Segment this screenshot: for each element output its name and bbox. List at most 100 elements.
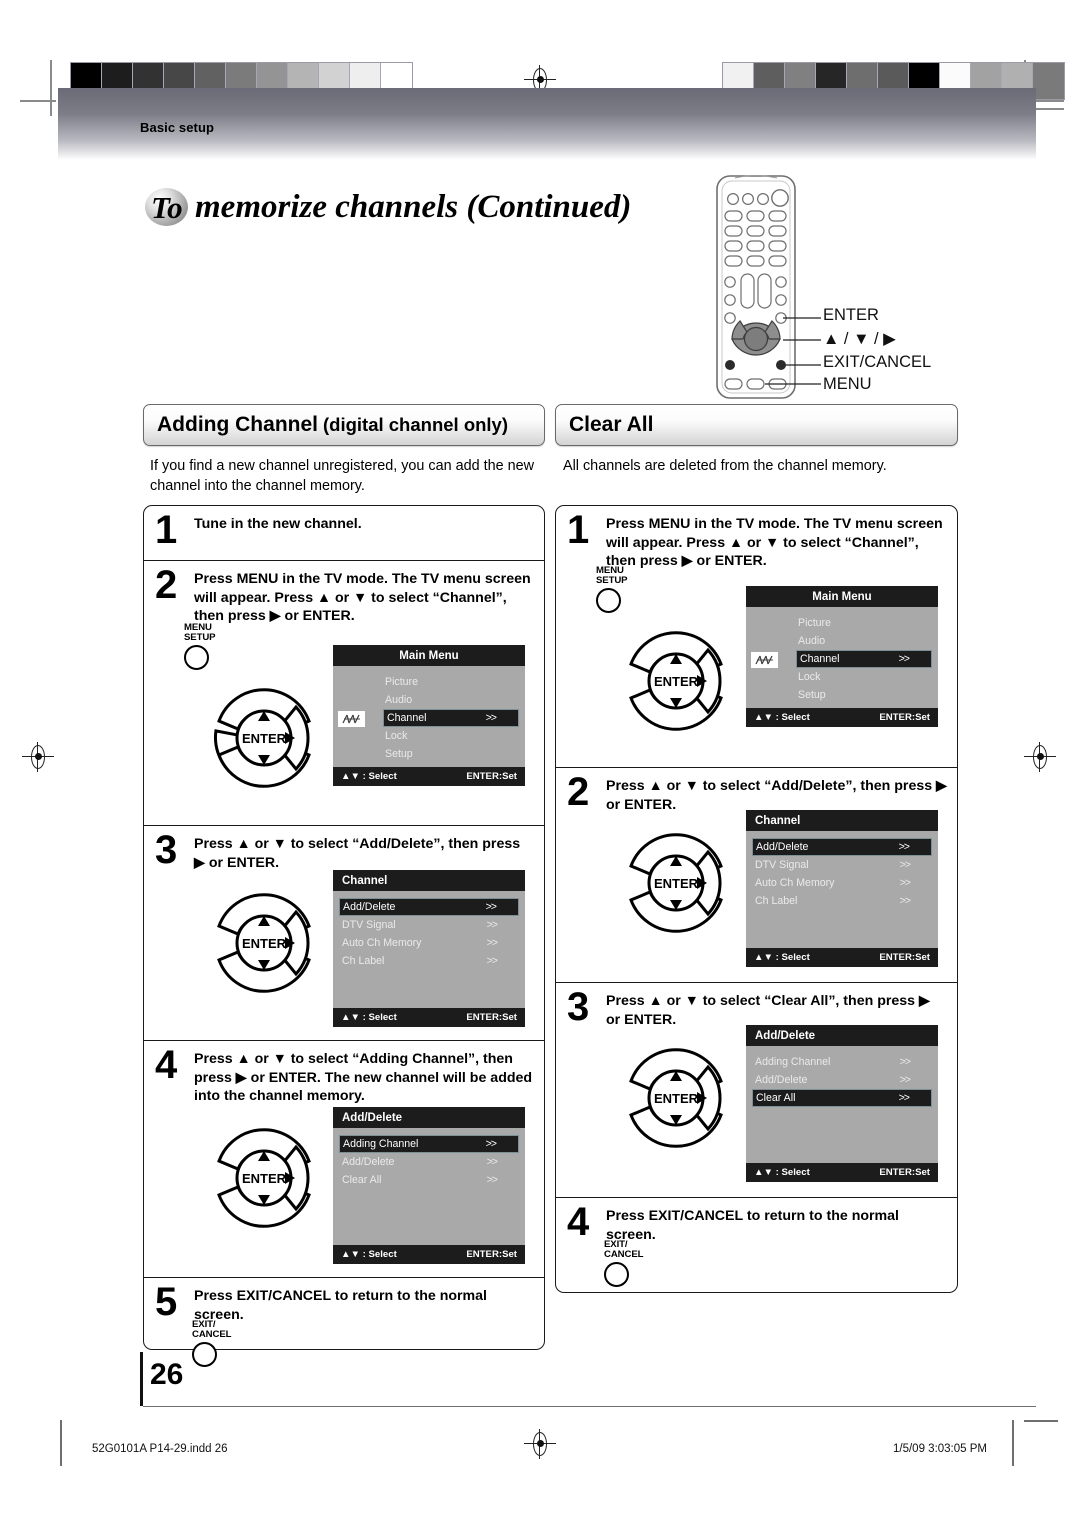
osd-row[interactable]: Ch Label >> bbox=[333, 952, 525, 970]
osd-row[interactable]: Add/Delete >> bbox=[746, 1071, 938, 1089]
osd-row[interactable]: Auto Ch Memory >> bbox=[333, 934, 525, 952]
menu-setup-button-circle[interactable] bbox=[596, 587, 621, 613]
osd-row[interactable]: DTV Signal >> bbox=[333, 916, 525, 934]
step-text: Press ▲ or ▼ to select “Add/Delete”, the… bbox=[194, 836, 521, 871]
menu-setup-button-glyph[interactable]: MENU SETUP bbox=[184, 623, 216, 670]
step-number: 2 bbox=[567, 770, 590, 814]
osd-rows: Adding Channel >> Add/Delete >> Clear Al… bbox=[333, 1128, 525, 1241]
osd-row-selected[interactable]: Add/Delete >> bbox=[752, 838, 932, 856]
step-text: Tune in the new channel. bbox=[194, 516, 362, 532]
osd-rows: Picture Audio Channel >> Lock Setup bbox=[746, 607, 938, 704]
exit-cancel-button-circle[interactable] bbox=[192, 1341, 217, 1367]
osd-row-label: Add/Delete bbox=[756, 841, 809, 853]
remote-label-exit-cancel: EXIT/CANCEL bbox=[823, 353, 932, 371]
svg-text:ENTER: ENTER bbox=[242, 936, 287, 951]
osd-title: Channel bbox=[746, 810, 938, 831]
osd-row-label: Adding Channel bbox=[343, 1138, 419, 1150]
osd-row[interactable]: Lock bbox=[746, 668, 938, 686]
osd-foot-set: ENTER:Set bbox=[466, 1012, 517, 1023]
osd-row-label: Lock bbox=[385, 730, 408, 742]
dpad-diagram: ENTER bbox=[199, 679, 329, 802]
osd-row[interactable]: Picture bbox=[746, 614, 938, 632]
step-item: 4 Press ▲ or ▼ to select “Adding Channel… bbox=[144, 1041, 544, 1278]
osd-row[interactable]: Ch Label >> bbox=[746, 892, 938, 910]
title-badge-text: To bbox=[151, 190, 183, 225]
osd-row-arrow: >> bbox=[486, 937, 498, 949]
osd-foot-set: ENTER:Set bbox=[879, 1167, 930, 1178]
menu-setup-button-glyph[interactable]: MENU SETUP bbox=[596, 566, 628, 613]
step-text: Press EXIT/CANCEL to return to the norma… bbox=[606, 1208, 899, 1243]
step-item: 3 Press ▲ or ▼ to select “Add/Delete”, t… bbox=[144, 826, 544, 1041]
osd-row-arrow: >> bbox=[899, 1074, 911, 1086]
exit-cancel-button-circle[interactable] bbox=[604, 1261, 629, 1287]
osd-row[interactable]: Adding Channel >> bbox=[746, 1053, 938, 1071]
osd-foot-select: ▲▼ : Select bbox=[341, 1249, 397, 1260]
svg-text:ENTER: ENTER bbox=[242, 1171, 287, 1186]
osd-row[interactable]: Add/Delete >> bbox=[333, 1153, 525, 1171]
step-text: Press EXIT/CANCEL to return to the norma… bbox=[194, 1288, 487, 1323]
osd-row-label: Auto Ch Memory bbox=[755, 877, 835, 889]
tv-signal-icon bbox=[751, 652, 778, 668]
exit-cancel-button-glyph[interactable]: EXIT/ CANCEL bbox=[192, 1320, 231, 1367]
osd-row-label: Ch Label bbox=[342, 955, 385, 967]
osd-foot-set: ENTER:Set bbox=[466, 1249, 517, 1260]
section-heading-sub: (digital channel only) bbox=[323, 414, 509, 435]
footer-timestamp: 1/5/09 3:03:05 PM bbox=[893, 1443, 987, 1455]
osd-row-label: DTV Signal bbox=[755, 859, 809, 871]
remote-control-illustration: ENTER ▲ / ▼ / ▶ EXIT/CANCEL MENU bbox=[705, 172, 1045, 407]
osd-foot-set: ENTER:Set bbox=[879, 712, 930, 723]
osd-row[interactable]: Setup bbox=[333, 745, 525, 763]
menu-setup-button-circle[interactable] bbox=[184, 644, 209, 670]
step-number: 1 bbox=[567, 508, 590, 552]
tv-signal-icon bbox=[338, 711, 365, 727]
dpad-diagram: ENTER bbox=[199, 1119, 329, 1242]
page-number: 26 bbox=[150, 1358, 184, 1391]
osd-row-label: Add/Delete bbox=[755, 1074, 808, 1086]
exit-cancel-label-line2: CANCEL bbox=[604, 1248, 644, 1260]
osd-row-selected[interactable]: Channel >> bbox=[751, 650, 932, 668]
menu-setup-label-line2: SETUP bbox=[184, 631, 216, 643]
osd-row[interactable]: Clear All >> bbox=[333, 1171, 525, 1189]
step-item: 2 Press ▲ or ▼ to select “Add/Delete”, t… bbox=[556, 768, 957, 983]
section-heading-clear-all: Clear All bbox=[555, 404, 958, 446]
registration-target-bottom bbox=[524, 1429, 556, 1459]
page-number-rule bbox=[140, 1352, 143, 1406]
osd-row[interactable]: Picture bbox=[333, 673, 525, 691]
osd-row-arrow: >> bbox=[486, 1174, 498, 1186]
svg-text:ENTER: ENTER bbox=[654, 674, 699, 689]
section-kicker: Basic setup bbox=[140, 120, 215, 135]
osd-row[interactable]: DTV Signal >> bbox=[746, 856, 938, 874]
osd-title: Add/Delete bbox=[333, 1107, 525, 1128]
osd-footer: ▲▼ : Select ENTER:Set bbox=[746, 1163, 938, 1182]
page-header bbox=[0, 0, 1080, 160]
osd-rows: Add/Delete >> DTV Signal >> Auto Ch Memo… bbox=[333, 891, 525, 1004]
exit-cancel-button-glyph[interactable]: EXIT/ CANCEL bbox=[604, 1240, 643, 1287]
step-number: 3 bbox=[155, 828, 178, 872]
osd-row-selected[interactable]: Clear All >> bbox=[752, 1089, 932, 1107]
osd-row-label: DTV Signal bbox=[342, 919, 396, 931]
osd-row-selected[interactable]: Adding Channel >> bbox=[339, 1135, 519, 1153]
osd-row-selected[interactable]: Channel >> bbox=[338, 709, 519, 727]
osd-row-arrow: >> bbox=[486, 1156, 498, 1168]
osd-row[interactable]: Audio bbox=[333, 691, 525, 709]
osd-row-arrow: >> bbox=[898, 653, 910, 665]
crop-mark-bottom-h bbox=[1024, 1420, 1058, 1422]
osd-row[interactable]: Lock bbox=[333, 727, 525, 745]
step-item: 4 Press EXIT/CANCEL to return to the nor… bbox=[556, 1198, 957, 1293]
osd-row-arrow: >> bbox=[899, 877, 911, 889]
osd-row[interactable]: Setup bbox=[746, 686, 938, 704]
page-title-text: memorize channels (Continued) bbox=[195, 189, 632, 225]
osd-row[interactable]: Audio bbox=[746, 632, 938, 650]
osd-row-label: Add/Delete bbox=[343, 901, 396, 913]
osd-title: Add/Delete bbox=[746, 1025, 938, 1046]
crop-mark-left-h bbox=[20, 100, 56, 102]
osd-add-delete-menu: Add/Delete Adding Channel >> Add/Delete … bbox=[746, 1025, 938, 1182]
osd-footer: ▲▼ : Select ENTER:Set bbox=[333, 1008, 525, 1027]
osd-row-label: Lock bbox=[798, 671, 821, 683]
steps-panel-clear-all: 1 Press MENU in the TV mode. The TV menu… bbox=[555, 505, 958, 1293]
osd-row[interactable]: Auto Ch Memory >> bbox=[746, 874, 938, 892]
osd-row-selected[interactable]: Add/Delete >> bbox=[339, 898, 519, 916]
osd-row-arrow: >> bbox=[486, 955, 498, 967]
osd-footer: ▲▼ : Select ENTER:Set bbox=[746, 708, 938, 727]
svg-text:ENTER: ENTER bbox=[654, 876, 699, 891]
